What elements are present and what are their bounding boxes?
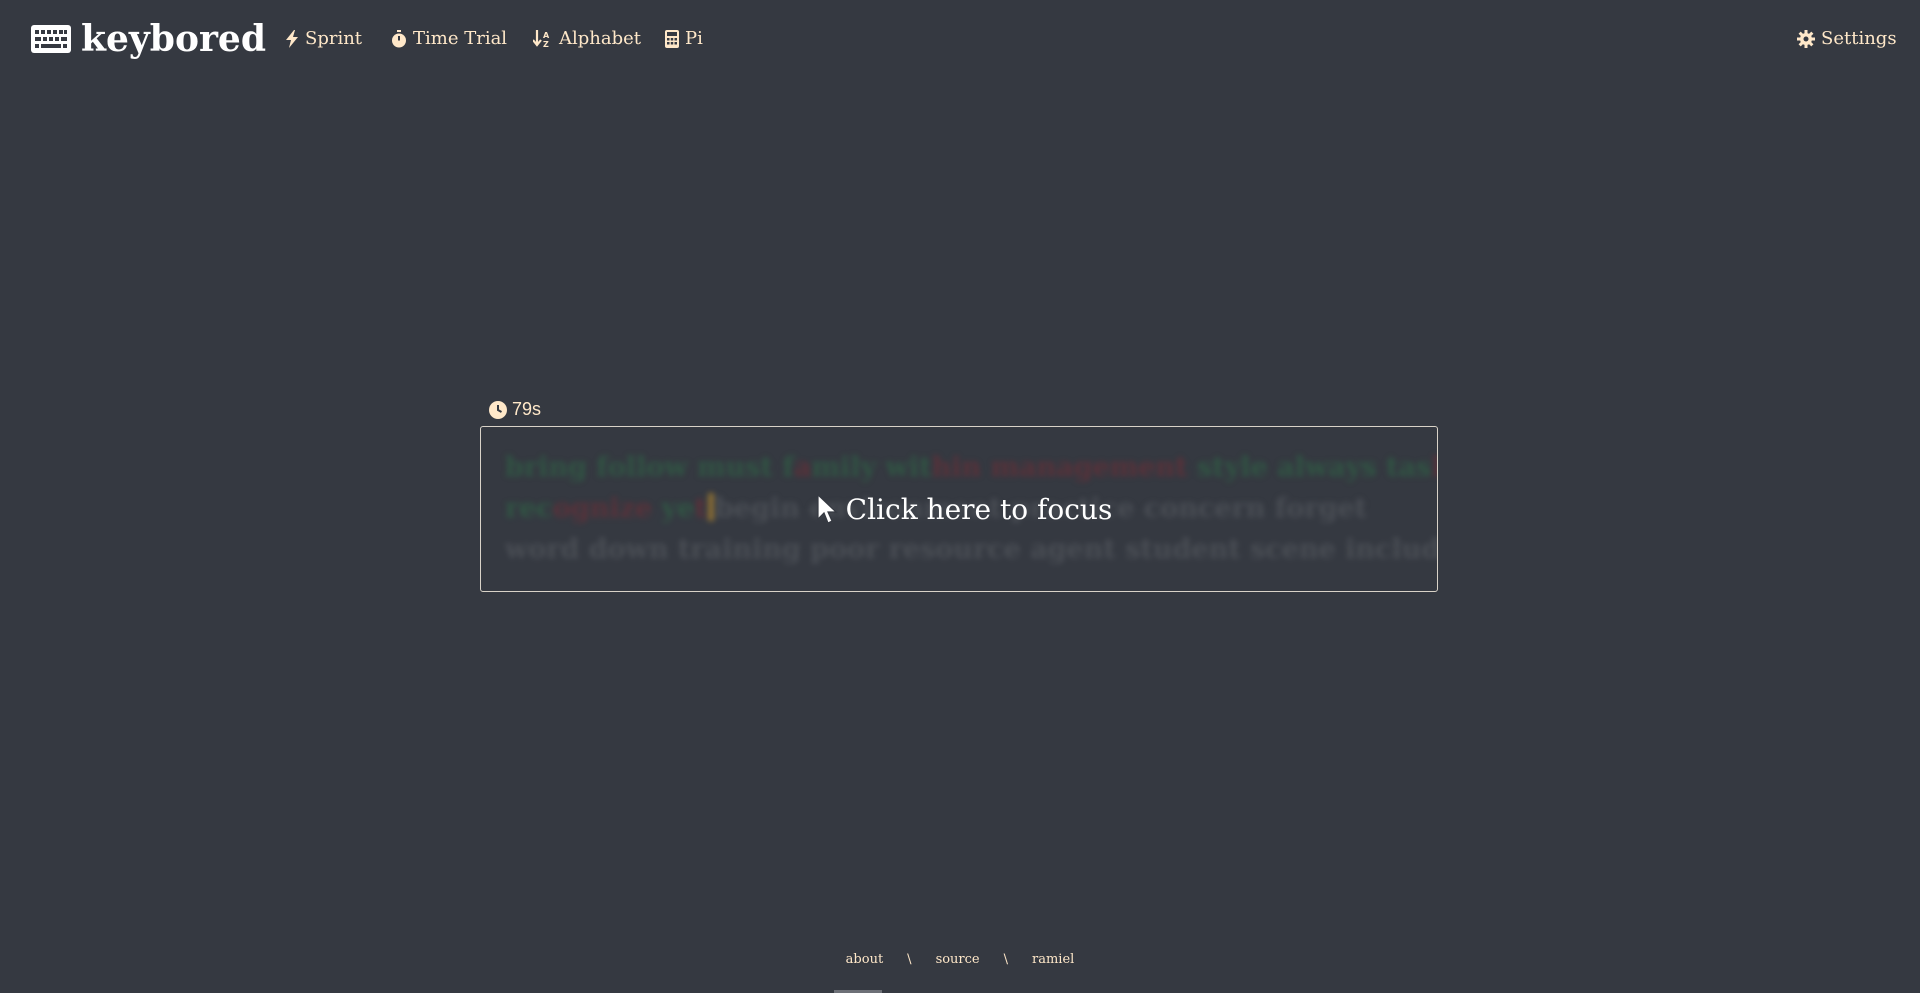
calculator-icon (665, 29, 679, 48)
nav-time-trial-label: Time Trial (413, 28, 508, 49)
footer-author-link[interactable]: ramiel (1032, 952, 1074, 967)
nav-sprint[interactable]: Sprint (285, 28, 362, 49)
top-navbar: keybored Sprint Time Trial A Z Alphabet (0, 0, 1920, 80)
svg-text:A: A (543, 31, 550, 40)
nav-settings[interactable]: Settings (1797, 28, 1897, 49)
footer: about \ source \ ramiel (0, 952, 1920, 967)
pointer-icon (816, 494, 838, 524)
brand-logo-link[interactable]: keybored (31, 18, 266, 60)
bolt-icon (285, 29, 299, 48)
clock-icon (489, 400, 507, 419)
stopwatch-icon (391, 29, 407, 48)
nav-pi-label: Pi (685, 28, 703, 49)
gear-icon (1797, 29, 1815, 48)
nav-time-trial[interactable]: Time Trial (391, 28, 507, 49)
nav-alphabet[interactable]: A Z Alphabet (533, 28, 641, 49)
timer: 79s (489, 399, 541, 420)
footer-source-link[interactable]: source (936, 952, 980, 967)
typing-area[interactable]: bring follow must family within manageme… (480, 426, 1438, 592)
brand-name: keybored (81, 18, 266, 60)
keyboard-icon (31, 25, 71, 53)
footer-about-link[interactable]: about (846, 952, 884, 967)
nav-sprint-label: Sprint (305, 28, 363, 49)
focus-overlay-text: Click here to focus (845, 492, 1113, 526)
nav-settings-label: Settings (1821, 28, 1897, 49)
footer-separator: \ (1003, 952, 1009, 967)
sort-alpha-icon: A Z (533, 29, 553, 48)
nav-alphabet-label: Alphabet (559, 28, 642, 49)
footer-separator: \ (907, 952, 912, 967)
svg-text:Z: Z (543, 40, 549, 48)
nav-pi[interactable]: Pi (665, 28, 703, 49)
focus-overlay[interactable]: Click here to focus (481, 427, 1437, 591)
timer-value: 79s (512, 399, 542, 419)
